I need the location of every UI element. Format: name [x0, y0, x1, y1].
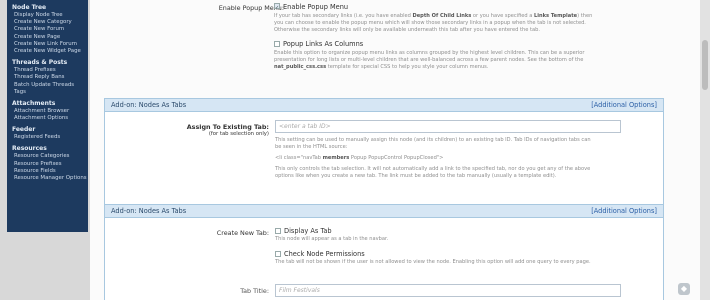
display-as-tab-checkbox[interactable]: Display As Tab	[275, 227, 655, 235]
tab-title-label: Tab Title:	[240, 287, 269, 295]
sidebar-item[interactable]: Tags	[12, 89, 88, 96]
assign-tab-sublabel: (for tab selection only)	[208, 131, 269, 137]
sidebar-item[interactable]: Attachment Browser	[12, 108, 88, 115]
sidebar-item[interactable]: Attachment Options	[12, 115, 88, 122]
admin-sidebar: Node Tree Display Node Tree Create New Cat…	[7, 0, 88, 232]
popup-hint: If your tab has secondary links (i.e. yo…	[274, 13, 593, 33]
sidebar-group-title[interactable]: Feeder	[12, 126, 88, 134]
sidebar-item[interactable]: Thread Prefixes	[12, 67, 88, 74]
assign-hint-2: This only controls the tab selection. It…	[275, 166, 591, 179]
checkbox-icon[interactable]	[275, 251, 281, 257]
enable-popup-checkbox[interactable]: Enable Popup Menu	[274, 3, 654, 11]
assign-code-example: <li class="navTab members Popup PopupCon…	[275, 155, 444, 161]
sidebar-item[interactable]: Resource Manager Options	[12, 175, 88, 182]
sidebar-item[interactable]: Create New Forum	[12, 26, 88, 33]
sidebar-item[interactable]: Thread Reply Bans	[12, 74, 88, 81]
assign-hint: This setting can be used to manually ass…	[275, 137, 591, 150]
sidebar-group: Feeder Registered Feeds	[7, 126, 88, 141]
popup-columns-hint: Enable this option to organize popup men…	[274, 50, 585, 70]
sidebar-item[interactable]: Display Node Tree	[12, 12, 88, 19]
sidebar-group-title[interactable]: Node Tree	[12, 4, 88, 12]
sidebar-group: Threads & Posts Thread Prefixes Thread Rep…	[7, 59, 88, 96]
sidebar-group-title[interactable]: Threads & Posts	[12, 59, 88, 67]
sidebar-item[interactable]: Create New Widget Page	[12, 48, 88, 55]
sidebar-item[interactable]: Create New Page	[12, 34, 88, 41]
checkbox-icon[interactable]	[274, 41, 280, 47]
sidebar-group: Node Tree Display Node Tree Create New Cat…	[7, 4, 88, 55]
assign-tab-label: Assign To Existing Tab:	[186, 123, 269, 131]
check-permissions-checkbox[interactable]: Check Node Permissions	[275, 250, 655, 258]
section-header: Add-on: Nodes As Tabs [Additional Option…	[105, 99, 663, 112]
sidebar-item[interactable]: Create New Category	[12, 19, 88, 26]
create-tab-label: Create New Tab:	[216, 229, 269, 237]
sidebar-item[interactable]: Resource Prefixes	[12, 161, 88, 168]
scrollbar-thumb[interactable]	[702, 40, 708, 90]
scroll-to-top-icon[interactable]: ◆	[678, 283, 690, 295]
sidebar-item[interactable]: Create New Link Forum	[12, 41, 88, 48]
sidebar-group: Attachments Attachment Browser Attachment …	[7, 100, 88, 122]
sidebar-item[interactable]: Batch Update Threads	[12, 82, 88, 89]
nodes-as-tabs-section-create: Add-on: Nodes As Tabs [Additional Option…	[104, 204, 664, 300]
popup-columns-checkbox[interactable]: Popup Links As Columns	[274, 40, 654, 48]
display-as-tab-hint: This node will appear as a tab in the na…	[275, 236, 389, 242]
sidebar-item[interactable]: Registered Feeds	[12, 134, 88, 141]
sidebar-group: Resources Resource Categories Resource Pre…	[7, 145, 88, 182]
sidebar-group-title[interactable]: Resources	[12, 145, 88, 153]
additional-options-link[interactable]: [Additional Options]	[591, 99, 657, 112]
sidebar-item[interactable]: Resource Categories	[12, 153, 88, 160]
nodes-as-tabs-section-assign: Add-on: Nodes As Tabs [Additional Option…	[104, 98, 664, 220]
checkbox-icon[interactable]	[274, 3, 280, 9]
additional-options-link[interactable]: [Additional Options]	[591, 205, 657, 218]
check-permissions-hint: The tab will not be shown if the user is…	[275, 259, 591, 265]
tab-title-input[interactable]: Film Festivals	[275, 284, 621, 297]
section-header: Add-on: Nodes As Tabs [Additional Option…	[105, 205, 663, 218]
sidebar-group-title[interactable]: Attachments	[12, 100, 88, 108]
checkbox-icon[interactable]	[275, 228, 281, 234]
assign-tab-input[interactable]: <enter a tab ID>	[275, 120, 621, 133]
sidebar-item[interactable]: Resource Fields	[12, 168, 88, 175]
